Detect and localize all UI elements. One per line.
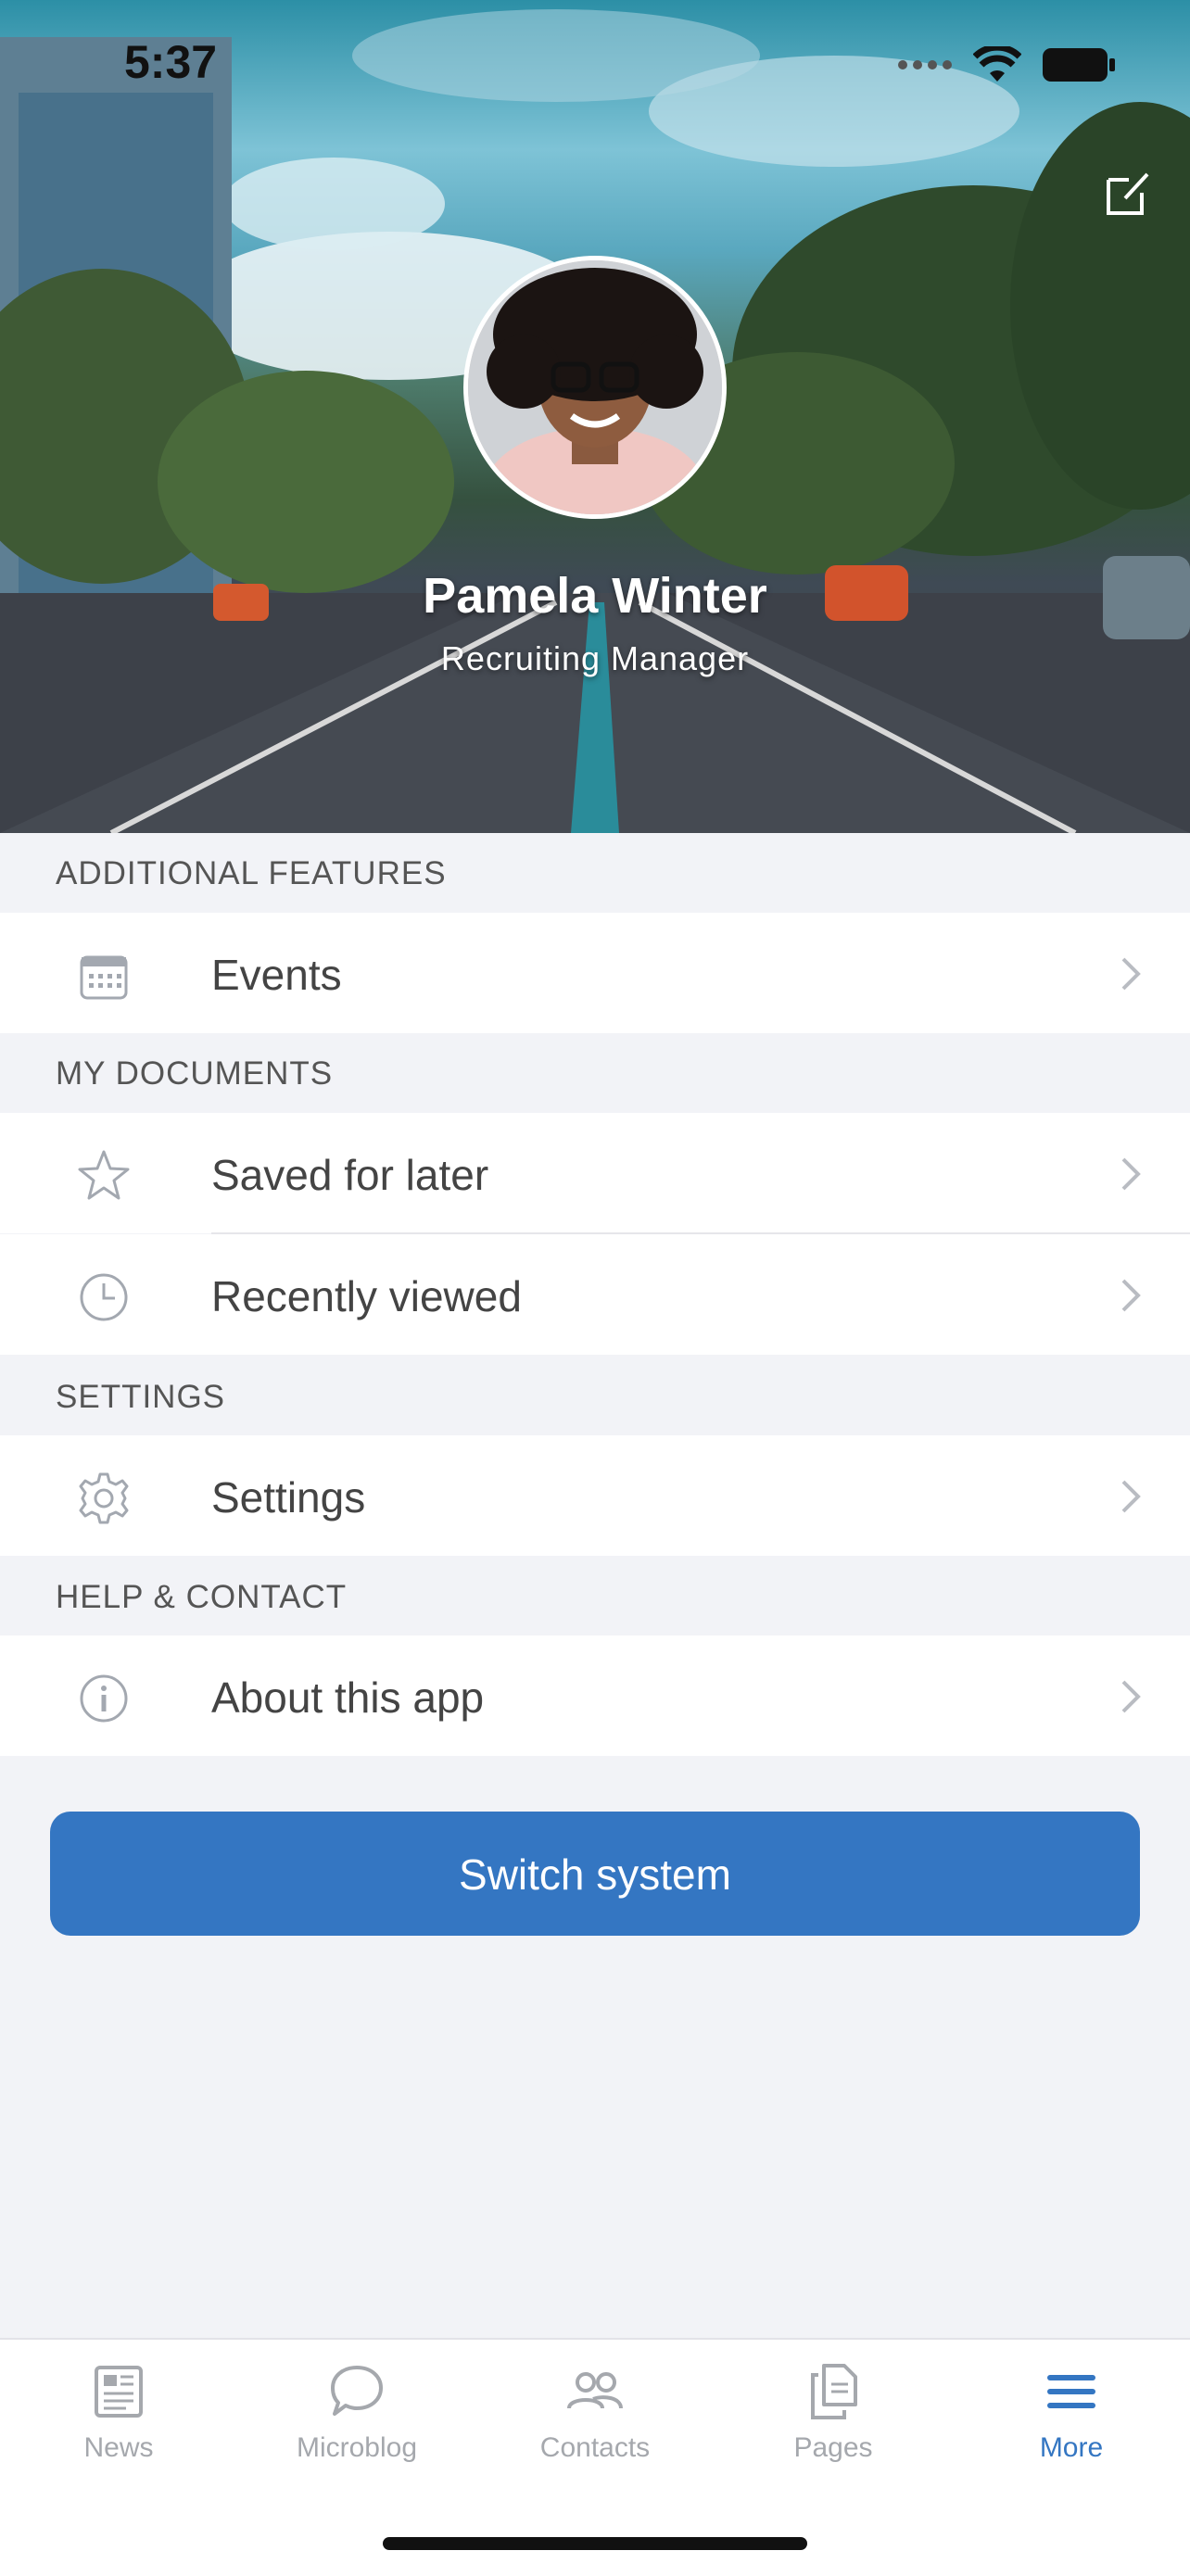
- profile-role: Recruiting Manager: [440, 639, 750, 677]
- tab-label: News: [83, 2432, 154, 2463]
- newspaper-icon: [95, 2366, 143, 2418]
- home-indicator: [383, 2537, 807, 2550]
- chevron-right-icon: [1121, 1279, 1141, 1312]
- switch-system-button[interactable]: Switch system: [50, 1812, 1140, 1936]
- cellular-signal-icon: [898, 60, 952, 69]
- status-time: 5:37: [124, 36, 218, 88]
- wifi-icon: [973, 46, 1021, 82]
- chevron-right-icon: [1121, 1157, 1141, 1191]
- tab-more[interactable]: More: [953, 2340, 1190, 2479]
- chevron-right-icon: [1121, 957, 1141, 991]
- star-icon: [78, 1150, 130, 1200]
- section-header-additional-features: ADDITIONAL FEATURES: [56, 855, 447, 891]
- status-indicators: [897, 46, 1116, 83]
- list-item-label: Saved for later: [211, 1151, 489, 1199]
- profile-name: Pamela Winter: [423, 568, 767, 624]
- section-header-settings: SETTINGS: [56, 1379, 226, 1415]
- gear-icon: [79, 1472, 129, 1524]
- tab-news[interactable]: News: [0, 2340, 237, 2479]
- tab-label: Pages: [793, 2432, 873, 2463]
- list-item-label: Settings: [211, 1473, 366, 1522]
- calendar-icon: [80, 955, 128, 1000]
- avatar[interactable]: [463, 256, 727, 519]
- list-item-settings[interactable]: Settings: [0, 1435, 1190, 1556]
- battery-icon: [1043, 48, 1115, 82]
- chat-bubble-icon: [331, 2366, 383, 2416]
- chevron-right-icon: [1121, 1680, 1141, 1713]
- list-item-about-this-app[interactable]: About this app: [0, 1635, 1190, 1756]
- tab-microblog[interactable]: Microblog: [238, 2340, 475, 2479]
- list-item-recently-viewed[interactable]: Recently viewed: [0, 1234, 1190, 1355]
- list-item-label: About this app: [211, 1673, 485, 1722]
- tab-label: Contacts: [539, 2432, 651, 2463]
- contacts-icon: [567, 2372, 623, 2409]
- chevron-right-icon: [1121, 1480, 1141, 1513]
- pages-icon: [811, 2364, 857, 2419]
- clock-icon: [80, 1273, 128, 1321]
- list-item-saved-for-later[interactable]: Saved for later: [0, 1113, 1190, 1233]
- profile-header: 5:37 Pamela Winter Recruiting Manager: [0, 0, 1190, 833]
- menu-icon: [1047, 2375, 1095, 2408]
- list-item-events[interactable]: Events: [0, 913, 1190, 1033]
- list-item-label: Events: [211, 951, 342, 999]
- info-icon: [80, 1674, 128, 1723]
- profile-photo: [468, 260, 722, 514]
- list-item-label: Recently viewed: [211, 1272, 522, 1320]
- tab-pages[interactable]: Pages: [715, 2340, 952, 2479]
- tab-label: Microblog: [296, 2432, 418, 2463]
- tab-contacts[interactable]: Contacts: [476, 2340, 714, 2479]
- tab-label: More: [1039, 2432, 1104, 2463]
- section-header-my-documents: MY DOCUMENTS: [56, 1055, 334, 1092]
- section-header-help-contact: HELP & CONTACT: [56, 1579, 348, 1615]
- edit-profile-icon[interactable]: [1103, 167, 1155, 219]
